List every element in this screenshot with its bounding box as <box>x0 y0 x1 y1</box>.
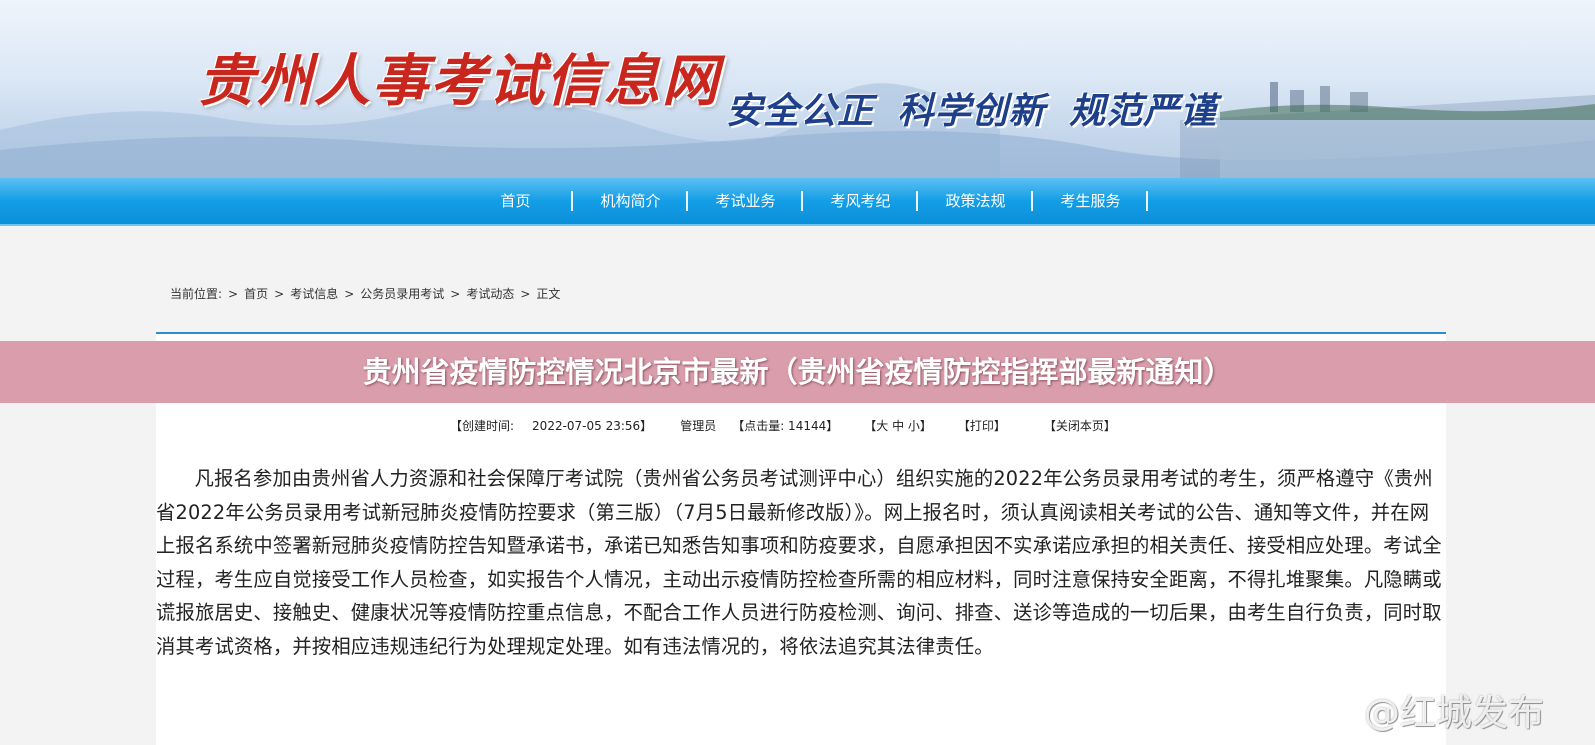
nav-item-policy[interactable]: 政策法规 <box>918 178 1033 224</box>
article-body: 凡报名参加由贵州省人力资源和社会保障厅考试院（贵州省公务员考试测评中心）组织实施… <box>156 462 1446 663</box>
breadcrumb-item-home[interactable]: 首页 <box>244 285 268 302</box>
nav-item-exam-business[interactable]: 考试业务 <box>688 178 803 224</box>
weibo-watermark: @红城发布 <box>1318 684 1544 736</box>
breadcrumb-item-civil-service[interactable]: 公务员录用考试 <box>360 285 444 302</box>
breadcrumb-prefix: 当前位置: <box>170 287 223 301</box>
close-page-link[interactable]: 【关闭本页】 <box>1044 417 1116 434</box>
author: 管理员 <box>680 419 717 433</box>
breadcrumb-separator: > <box>520 286 531 301</box>
breadcrumb-item-exam-info[interactable]: 考试信息 <box>290 285 338 302</box>
article-paragraph: 凡报名参加由贵州省人力资源和社会保障厅考试院（贵州省公务员考试测评中心）组织实施… <box>156 467 1442 658</box>
breadcrumb-item-exam-news[interactable]: 考试动态 <box>466 285 514 302</box>
site-title: 贵州人事考试信息网 <box>198 48 720 114</box>
breadcrumb: 当前位置: > 首页 > 考试信息 > 公务员录用考试 > 考试动态 > 正文 <box>170 285 560 302</box>
nav-item-exam-discipline[interactable]: 考风考纪 <box>803 178 918 224</box>
font-size-selector[interactable]: 【大 中 小】 <box>864 417 932 434</box>
breadcrumb-separator: > <box>344 286 355 301</box>
article-meta: 【创建时间: 2022-07-05 23:56】 管理员 【点击量: 14144… <box>450 417 1116 434</box>
main-navbar: 首页 机构简介 考试业务 考风考纪 政策法规 考生服务 <box>0 178 1595 226</box>
nav-item-home[interactable]: 首页 <box>458 178 573 224</box>
nav-item-candidate-service[interactable]: 考生服务 <box>1033 178 1148 224</box>
created-value: 2022-07-05 23:56】 <box>532 419 653 433</box>
site-banner: 贵州人事考试信息网 安全公正 科学创新 规范严谨 <box>0 0 1595 178</box>
nav-item-about[interactable]: 机构简介 <box>573 178 688 224</box>
breadcrumb-separator: > <box>274 286 285 301</box>
breadcrumb-separator: > <box>450 286 461 301</box>
hit-count: 【点击量: 14144】 <box>732 419 839 433</box>
breadcrumb-item-current: 正文 <box>536 287 561 301</box>
site-slogan: 安全公正 科学创新 规范严谨 <box>726 90 1218 132</box>
watermark-text: @红城发布 <box>1364 693 1545 734</box>
breadcrumb-separator: > <box>228 286 239 301</box>
article-title: 贵州省疫情防控情况北京市最新（贵州省疫情防控指挥部最新通知） <box>362 355 1233 389</box>
nav-items: 首页 机构简介 考试业务 考风考纪 政策法规 考生服务 <box>458 178 1148 224</box>
weibo-icon <box>1318 697 1357 727</box>
print-link[interactable]: 【打印】 <box>958 417 1006 434</box>
created-label: 【创建时间: <box>450 419 515 433</box>
